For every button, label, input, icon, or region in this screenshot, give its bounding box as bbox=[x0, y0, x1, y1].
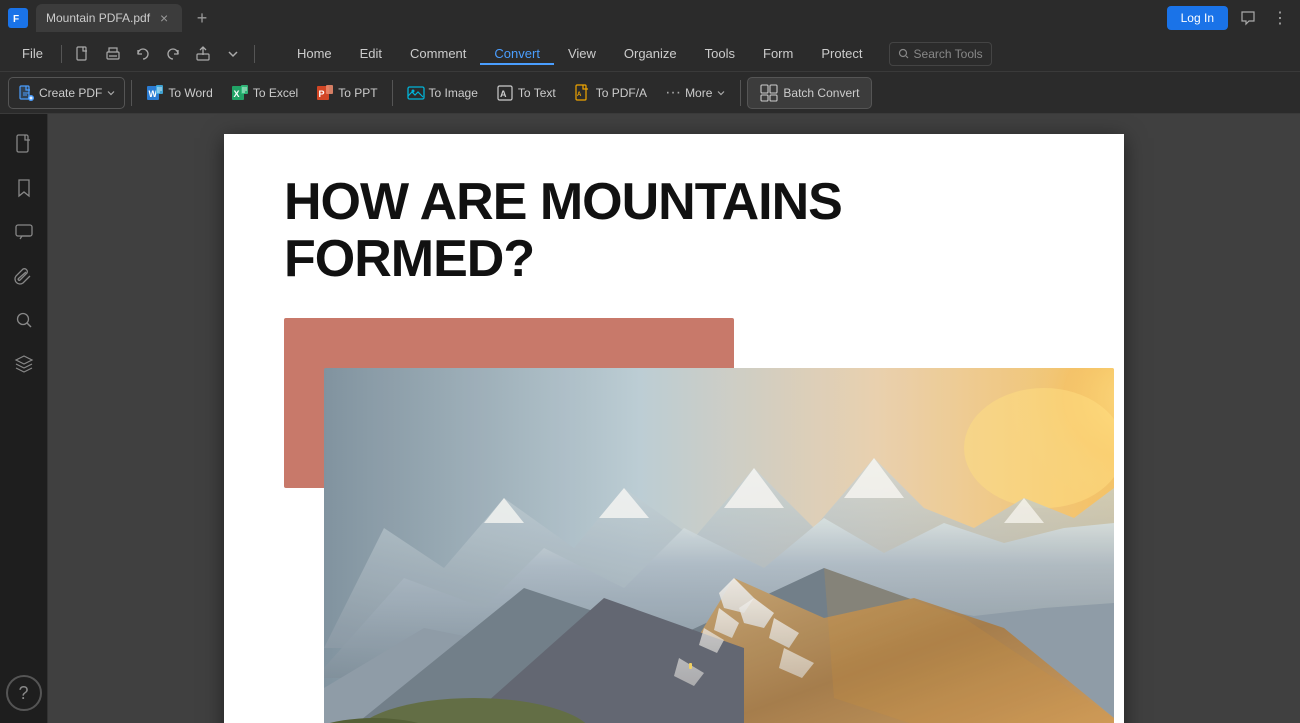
to-word-icon: W bbox=[146, 84, 164, 102]
more-dots-icon: ··· bbox=[665, 84, 681, 102]
print-icon[interactable] bbox=[100, 41, 126, 67]
more-label: More bbox=[685, 86, 712, 100]
batch-convert-label: Batch Convert bbox=[783, 86, 859, 100]
svg-text:A: A bbox=[577, 92, 582, 98]
menubar: File Home Edit Comment Convert View Orga… bbox=[0, 36, 1300, 72]
nav-menu: Home Edit Comment Convert View Organize … bbox=[283, 42, 877, 65]
create-pdf-dropdown-icon bbox=[106, 88, 116, 98]
to-pdfa-button[interactable]: A To PDF/A bbox=[566, 77, 655, 109]
toolbar-sep-2 bbox=[392, 80, 393, 106]
document-title: HOW ARE MOUNTAINS FORMED? bbox=[224, 134, 1124, 318]
to-pdfa-label: To PDF/A bbox=[596, 86, 647, 100]
search-tools[interactable]: Search Tools bbox=[889, 42, 992, 66]
more-button[interactable]: ··· More bbox=[657, 77, 734, 109]
sidebar-help-button[interactable]: ? bbox=[6, 675, 42, 711]
more-menu-icon[interactable]: ⋮ bbox=[1268, 6, 1292, 30]
menu-organize[interactable]: Organize bbox=[610, 42, 691, 65]
login-button[interactable]: Log In bbox=[1167, 6, 1228, 30]
sidebar-layers-icon[interactable] bbox=[6, 346, 42, 382]
app-icon: F bbox=[8, 8, 28, 28]
svg-text:A: A bbox=[500, 89, 507, 99]
batch-convert-icon bbox=[760, 84, 778, 102]
menu-edit[interactable]: Edit bbox=[346, 42, 396, 65]
titlebar: F Mountain PDFA.pdf × + Log In ⋮ bbox=[0, 0, 1300, 36]
search-tools-icon bbox=[898, 48, 910, 60]
menu-home[interactable]: Home bbox=[283, 42, 346, 65]
pdf-wrapper: HOW ARE MOUNTAINS FORMED? bbox=[224, 134, 1124, 723]
search-tools-label: Search Tools bbox=[914, 47, 983, 61]
menu-protect[interactable]: Protect bbox=[807, 42, 876, 65]
sidebar-attachment-icon[interactable] bbox=[6, 258, 42, 294]
tab-label: Mountain PDFA.pdf bbox=[46, 11, 150, 25]
to-ppt-label: To PPT bbox=[338, 86, 377, 100]
share-icon[interactable] bbox=[190, 41, 216, 67]
to-text-label: To Text bbox=[518, 86, 556, 100]
create-pdf-icon bbox=[17, 84, 35, 102]
to-excel-icon: X bbox=[231, 84, 249, 102]
titlebar-controls: Log In ⋮ bbox=[1167, 6, 1292, 30]
main-area: ? HOW ARE MOUNTAINS FORMED? bbox=[0, 114, 1300, 723]
svg-text:F: F bbox=[13, 14, 19, 25]
sidebar-comment-icon[interactable] bbox=[6, 214, 42, 250]
pdf-page: HOW ARE MOUNTAINS FORMED? bbox=[224, 134, 1124, 723]
mountain-svg bbox=[324, 368, 1114, 723]
message-icon[interactable] bbox=[1236, 6, 1260, 30]
menu-tools[interactable]: Tools bbox=[691, 42, 749, 65]
document-canvas: HOW ARE MOUNTAINS FORMED? bbox=[48, 114, 1300, 723]
to-pdfa-icon: A bbox=[574, 84, 592, 102]
menu-separator-1 bbox=[61, 45, 62, 63]
to-excel-button[interactable]: X To Excel bbox=[223, 77, 306, 109]
sidebar-bookmark-icon[interactable] bbox=[6, 170, 42, 206]
to-ppt-icon: P bbox=[316, 84, 334, 102]
to-text-button[interactable]: A To Text bbox=[488, 77, 564, 109]
to-image-label: To Image bbox=[429, 86, 478, 100]
toolbar-sep-3 bbox=[740, 80, 741, 106]
svg-text:P: P bbox=[319, 89, 325, 99]
menu-file[interactable]: File bbox=[12, 42, 53, 65]
new-tab-button[interactable]: + bbox=[190, 6, 214, 30]
pdf-content-area bbox=[224, 318, 1124, 723]
create-pdf-button[interactable]: Create PDF bbox=[8, 77, 125, 109]
sidebar: ? bbox=[0, 114, 48, 723]
active-tab[interactable]: Mountain PDFA.pdf × bbox=[36, 4, 182, 32]
menu-view[interactable]: View bbox=[554, 42, 610, 65]
chevron-down-icon[interactable] bbox=[220, 41, 246, 67]
tab-close-button[interactable]: × bbox=[156, 10, 172, 26]
menu-form[interactable]: Form bbox=[749, 42, 807, 65]
svg-text:X: X bbox=[233, 89, 239, 99]
to-word-button[interactable]: W To Word bbox=[138, 77, 220, 109]
menu-comment[interactable]: Comment bbox=[396, 42, 480, 65]
redo-icon[interactable] bbox=[160, 41, 186, 67]
to-ppt-button[interactable]: P To PPT bbox=[308, 77, 385, 109]
toolbar-sep-1 bbox=[131, 80, 132, 106]
mountain-image bbox=[324, 368, 1114, 723]
menu-convert[interactable]: Convert bbox=[480, 42, 554, 65]
create-pdf-label: Create PDF bbox=[39, 86, 102, 100]
more-dropdown-icon bbox=[716, 88, 726, 98]
menu-separator-2 bbox=[254, 45, 255, 63]
batch-convert-button[interactable]: Batch Convert bbox=[747, 77, 872, 109]
to-word-label: To Word bbox=[168, 86, 212, 100]
sidebar-document-icon[interactable] bbox=[6, 126, 42, 162]
new-document-icon[interactable] bbox=[70, 41, 96, 67]
to-text-icon: A bbox=[496, 84, 514, 102]
toolbar: Create PDF W To Word X To Excel bbox=[0, 72, 1300, 114]
to-image-button[interactable]: To Image bbox=[399, 77, 486, 109]
to-image-icon bbox=[407, 84, 425, 102]
to-excel-label: To Excel bbox=[253, 86, 298, 100]
undo-icon[interactable] bbox=[130, 41, 156, 67]
sidebar-search-icon[interactable] bbox=[6, 302, 42, 338]
